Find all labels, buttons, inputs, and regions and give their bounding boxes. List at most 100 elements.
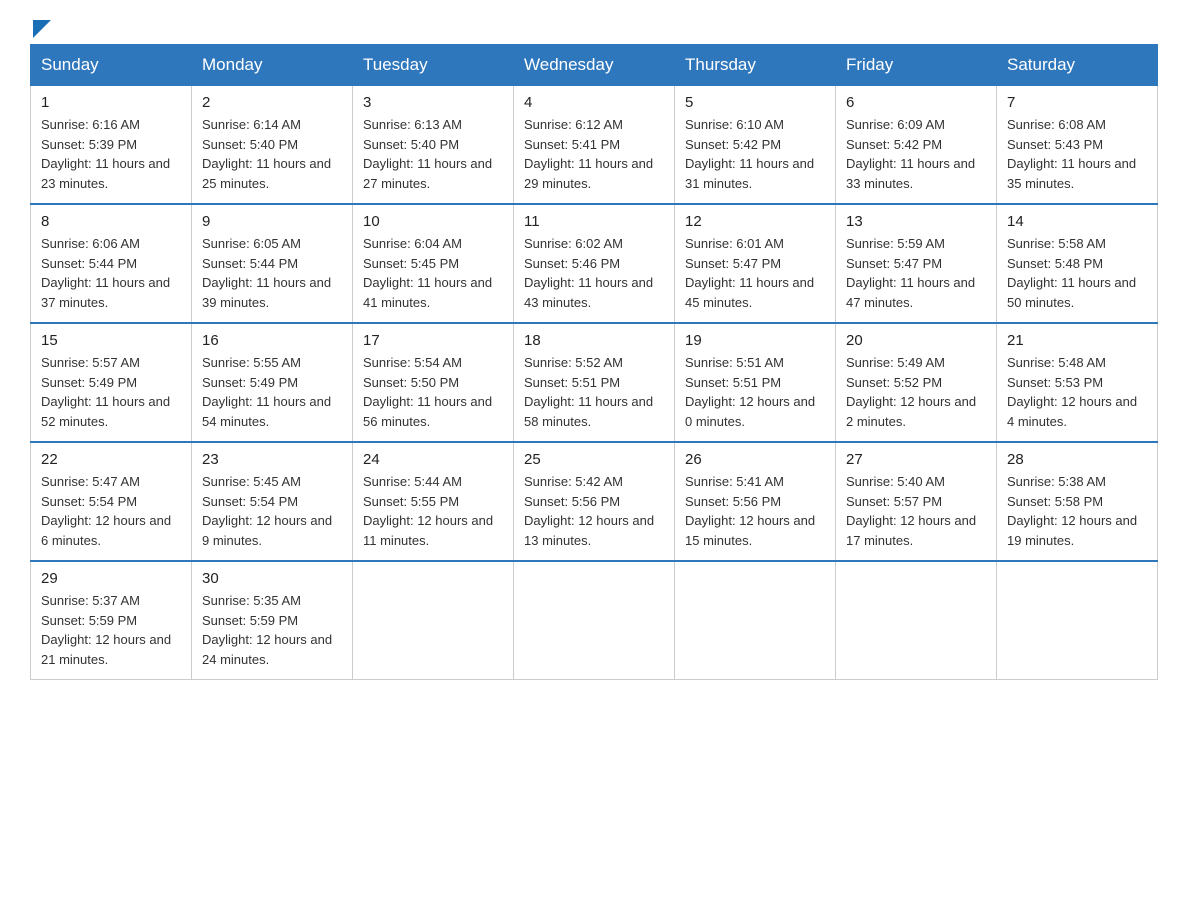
calendar-cell: 20 Sunrise: 5:49 AMSunset: 5:52 PMDaylig… (836, 323, 997, 442)
calendar-cell: 28 Sunrise: 5:38 AMSunset: 5:58 PMDaylig… (997, 442, 1158, 561)
calendar-header-row: SundayMondayTuesdayWednesdayThursdayFrid… (31, 45, 1158, 86)
day-info: Sunrise: 6:14 AMSunset: 5:40 PMDaylight:… (202, 115, 342, 193)
day-number: 23 (202, 451, 342, 468)
page-header (30, 20, 1158, 34)
day-number: 5 (685, 94, 825, 111)
day-number: 30 (202, 570, 342, 587)
logo (30, 20, 51, 34)
day-info: Sunrise: 6:13 AMSunset: 5:40 PMDaylight:… (363, 115, 503, 193)
day-number: 26 (685, 451, 825, 468)
calendar-cell: 26 Sunrise: 5:41 AMSunset: 5:56 PMDaylig… (675, 442, 836, 561)
day-info: Sunrise: 5:51 AMSunset: 5:51 PMDaylight:… (685, 353, 825, 431)
day-info: Sunrise: 5:49 AMSunset: 5:52 PMDaylight:… (846, 353, 986, 431)
day-number: 28 (1007, 451, 1147, 468)
calendar-cell: 21 Sunrise: 5:48 AMSunset: 5:53 PMDaylig… (997, 323, 1158, 442)
calendar-cell (675, 561, 836, 680)
day-info: Sunrise: 5:37 AMSunset: 5:59 PMDaylight:… (41, 591, 181, 669)
day-info: Sunrise: 5:58 AMSunset: 5:48 PMDaylight:… (1007, 234, 1147, 312)
calendar-week-row: 1 Sunrise: 6:16 AMSunset: 5:39 PMDayligh… (31, 86, 1158, 205)
day-number: 25 (524, 451, 664, 468)
day-number: 29 (41, 570, 181, 587)
day-number: 18 (524, 332, 664, 349)
logo-arrow-icon (33, 20, 51, 38)
day-number: 14 (1007, 213, 1147, 230)
day-info: Sunrise: 5:47 AMSunset: 5:54 PMDaylight:… (41, 472, 181, 550)
calendar-cell: 9 Sunrise: 6:05 AMSunset: 5:44 PMDayligh… (192, 204, 353, 323)
calendar-cell: 6 Sunrise: 6:09 AMSunset: 5:42 PMDayligh… (836, 86, 997, 205)
day-info: Sunrise: 6:16 AMSunset: 5:39 PMDaylight:… (41, 115, 181, 193)
calendar-week-row: 15 Sunrise: 5:57 AMSunset: 5:49 PMDaylig… (31, 323, 1158, 442)
day-number: 7 (1007, 94, 1147, 111)
calendar-cell (514, 561, 675, 680)
calendar-cell: 19 Sunrise: 5:51 AMSunset: 5:51 PMDaylig… (675, 323, 836, 442)
calendar-cell: 13 Sunrise: 5:59 AMSunset: 5:47 PMDaylig… (836, 204, 997, 323)
col-header-friday: Friday (836, 45, 997, 86)
day-info: Sunrise: 5:42 AMSunset: 5:56 PMDaylight:… (524, 472, 664, 550)
day-info: Sunrise: 6:08 AMSunset: 5:43 PMDaylight:… (1007, 115, 1147, 193)
col-header-thursday: Thursday (675, 45, 836, 86)
calendar-cell: 17 Sunrise: 5:54 AMSunset: 5:50 PMDaylig… (353, 323, 514, 442)
calendar-cell: 8 Sunrise: 6:06 AMSunset: 5:44 PMDayligh… (31, 204, 192, 323)
calendar-cell: 5 Sunrise: 6:10 AMSunset: 5:42 PMDayligh… (675, 86, 836, 205)
day-number: 16 (202, 332, 342, 349)
day-number: 8 (41, 213, 181, 230)
day-info: Sunrise: 6:01 AMSunset: 5:47 PMDaylight:… (685, 234, 825, 312)
col-header-monday: Monday (192, 45, 353, 86)
day-number: 21 (1007, 332, 1147, 349)
day-number: 17 (363, 332, 503, 349)
calendar-cell: 22 Sunrise: 5:47 AMSunset: 5:54 PMDaylig… (31, 442, 192, 561)
col-header-wednesday: Wednesday (514, 45, 675, 86)
calendar-cell: 3 Sunrise: 6:13 AMSunset: 5:40 PMDayligh… (353, 86, 514, 205)
calendar-cell: 1 Sunrise: 6:16 AMSunset: 5:39 PMDayligh… (31, 86, 192, 205)
day-number: 24 (363, 451, 503, 468)
day-info: Sunrise: 5:55 AMSunset: 5:49 PMDaylight:… (202, 353, 342, 431)
calendar-cell: 16 Sunrise: 5:55 AMSunset: 5:49 PMDaylig… (192, 323, 353, 442)
calendar-cell: 4 Sunrise: 6:12 AMSunset: 5:41 PMDayligh… (514, 86, 675, 205)
calendar-cell: 27 Sunrise: 5:40 AMSunset: 5:57 PMDaylig… (836, 442, 997, 561)
day-info: Sunrise: 6:02 AMSunset: 5:46 PMDaylight:… (524, 234, 664, 312)
calendar-cell: 29 Sunrise: 5:37 AMSunset: 5:59 PMDaylig… (31, 561, 192, 680)
day-number: 6 (846, 94, 986, 111)
day-number: 9 (202, 213, 342, 230)
day-info: Sunrise: 5:45 AMSunset: 5:54 PMDaylight:… (202, 472, 342, 550)
col-header-sunday: Sunday (31, 45, 192, 86)
day-number: 10 (363, 213, 503, 230)
day-info: Sunrise: 6:12 AMSunset: 5:41 PMDaylight:… (524, 115, 664, 193)
day-info: Sunrise: 6:05 AMSunset: 5:44 PMDaylight:… (202, 234, 342, 312)
day-number: 15 (41, 332, 181, 349)
col-header-tuesday: Tuesday (353, 45, 514, 86)
day-number: 2 (202, 94, 342, 111)
calendar-cell (353, 561, 514, 680)
calendar-cell: 30 Sunrise: 5:35 AMSunset: 5:59 PMDaylig… (192, 561, 353, 680)
day-info: Sunrise: 5:54 AMSunset: 5:50 PMDaylight:… (363, 353, 503, 431)
day-number: 27 (846, 451, 986, 468)
day-info: Sunrise: 5:38 AMSunset: 5:58 PMDaylight:… (1007, 472, 1147, 550)
day-info: Sunrise: 6:04 AMSunset: 5:45 PMDaylight:… (363, 234, 503, 312)
day-info: Sunrise: 6:10 AMSunset: 5:42 PMDaylight:… (685, 115, 825, 193)
calendar-cell: 24 Sunrise: 5:44 AMSunset: 5:55 PMDaylig… (353, 442, 514, 561)
day-info: Sunrise: 5:35 AMSunset: 5:59 PMDaylight:… (202, 591, 342, 669)
calendar-cell (836, 561, 997, 680)
day-number: 22 (41, 451, 181, 468)
calendar-cell: 10 Sunrise: 6:04 AMSunset: 5:45 PMDaylig… (353, 204, 514, 323)
calendar-cell: 11 Sunrise: 6:02 AMSunset: 5:46 PMDaylig… (514, 204, 675, 323)
calendar-cell: 7 Sunrise: 6:08 AMSunset: 5:43 PMDayligh… (997, 86, 1158, 205)
calendar-cell: 25 Sunrise: 5:42 AMSunset: 5:56 PMDaylig… (514, 442, 675, 561)
day-info: Sunrise: 5:44 AMSunset: 5:55 PMDaylight:… (363, 472, 503, 550)
day-info: Sunrise: 5:52 AMSunset: 5:51 PMDaylight:… (524, 353, 664, 431)
calendar-week-row: 8 Sunrise: 6:06 AMSunset: 5:44 PMDayligh… (31, 204, 1158, 323)
day-info: Sunrise: 5:59 AMSunset: 5:47 PMDaylight:… (846, 234, 986, 312)
calendar-week-row: 22 Sunrise: 5:47 AMSunset: 5:54 PMDaylig… (31, 442, 1158, 561)
day-info: Sunrise: 6:09 AMSunset: 5:42 PMDaylight:… (846, 115, 986, 193)
calendar-cell: 14 Sunrise: 5:58 AMSunset: 5:48 PMDaylig… (997, 204, 1158, 323)
calendar-cell: 15 Sunrise: 5:57 AMSunset: 5:49 PMDaylig… (31, 323, 192, 442)
calendar-cell: 18 Sunrise: 5:52 AMSunset: 5:51 PMDaylig… (514, 323, 675, 442)
day-number: 1 (41, 94, 181, 111)
day-number: 12 (685, 213, 825, 230)
day-info: Sunrise: 6:06 AMSunset: 5:44 PMDaylight:… (41, 234, 181, 312)
calendar-cell: 2 Sunrise: 6:14 AMSunset: 5:40 PMDayligh… (192, 86, 353, 205)
day-number: 3 (363, 94, 503, 111)
calendar-cell (997, 561, 1158, 680)
day-number: 20 (846, 332, 986, 349)
day-info: Sunrise: 5:40 AMSunset: 5:57 PMDaylight:… (846, 472, 986, 550)
